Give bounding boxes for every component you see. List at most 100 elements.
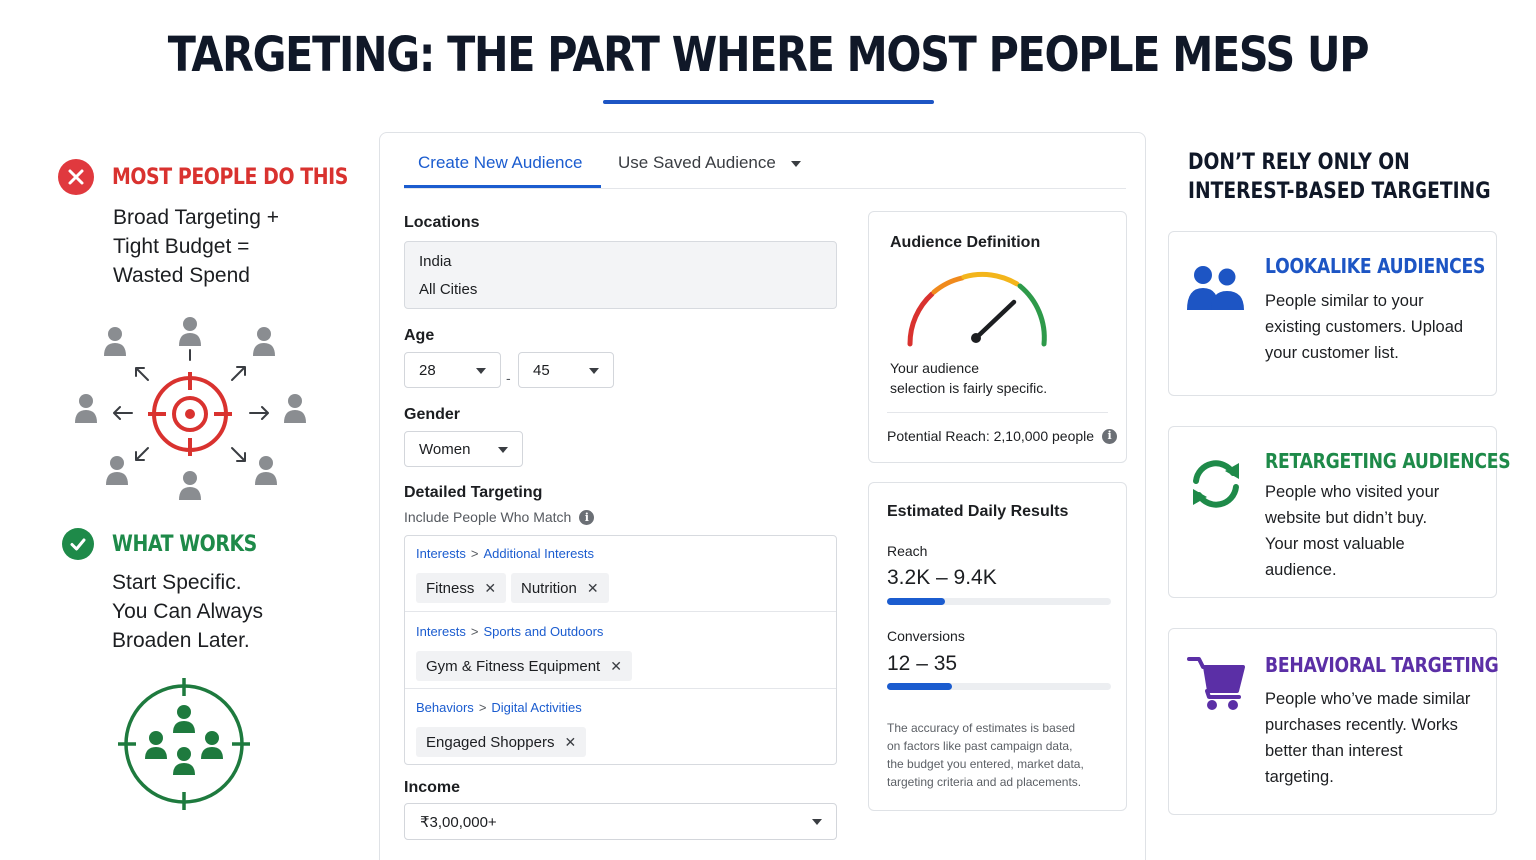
conversions-bar — [887, 683, 1111, 690]
card-line: targeting. — [1265, 768, 1334, 786]
estimates-disclaimer: The accuracy of estimates is based on fa… — [887, 719, 1084, 791]
crumb-separator: > — [470, 546, 479, 561]
good-practice-label: WHAT WORKS — [112, 531, 257, 557]
retargeting-card: RETARGETING AUDIENCES People who visited… — [1168, 426, 1511, 598]
age-max-value: 45 — [533, 362, 550, 379]
gender-select[interactable]: Women — [404, 431, 523, 467]
remove-icon[interactable]: ✕ — [564, 734, 576, 751]
lookalike-title: LOOKALIKE AUDIENCES — [1265, 254, 1486, 278]
retargeting-title: RETARGETING AUDIENCES — [1265, 449, 1511, 473]
disclaimer-line: on factors like past campaign data, — [887, 739, 1073, 753]
tab-use-saved-audience-label: Use Saved Audience — [618, 153, 776, 172]
potential-reach: Potential Reach: 2,10,000 people i — [887, 426, 1118, 446]
reach-bar-fill — [887, 598, 946, 605]
gender-label: Gender — [404, 406, 461, 423]
card-line: purchases recently. Works — [1265, 716, 1458, 734]
chevron-down-icon — [476, 368, 486, 374]
crumb-category[interactable]: Interests — [416, 546, 466, 561]
location-country: India — [419, 253, 452, 270]
right-column-heading: DON’T RELY ONLY ON INTEREST-BASED TARGET… — [1188, 148, 1491, 206]
info-icon[interactable]: i — [1102, 428, 1118, 444]
disclaimer-line: the budget you entered, market data, — [887, 757, 1084, 771]
potential-reach-text: Potential Reach: 2,10,000 people — [887, 428, 1095, 444]
active-tab-indicator — [404, 185, 601, 188]
detailed-targeting-sub: Include People Who Match i — [404, 509, 595, 525]
good-practice-header: WHAT WORKS — [62, 528, 280, 560]
income-select[interactable]: ₹3,00,000+ — [404, 803, 837, 840]
retargeting-body: People who visited your website but didn… — [1265, 479, 1439, 583]
audience-desc-line: Your audience — [890, 360, 980, 376]
remove-icon[interactable]: ✕ — [587, 580, 599, 597]
chevron-down-icon — [498, 447, 508, 453]
targeting-breadcrumb: Behaviors > Digital Activities — [416, 700, 582, 715]
targeting-breadcrumb: Interests > Sports and Outdoors — [416, 624, 603, 639]
crumb-category[interactable]: Behaviors — [416, 700, 474, 715]
age-max-select[interactable]: 45 — [518, 352, 614, 388]
disclaimer-line: targeting criteria and ad placements. — [887, 775, 1082, 789]
crumb-category[interactable]: Interests — [416, 624, 466, 639]
good-line: Broaden Later. — [112, 629, 250, 652]
locations-label: Locations — [404, 214, 480, 231]
right-heading-line: DON’T RELY ONLY ON — [1188, 150, 1410, 175]
targeting-chip: Nutrition ✕ — [511, 573, 609, 603]
detailed-targeting-label: Detailed Targeting — [404, 484, 543, 501]
targeting-breadcrumb: Interests > Additional Interests — [416, 546, 594, 561]
crumb-subcategory[interactable]: Sports and Outdoors — [483, 624, 603, 639]
tab-use-saved-audience[interactable]: Use Saved Audience — [618, 153, 801, 173]
remove-icon[interactable]: ✕ — [484, 580, 496, 597]
chevron-down-icon — [589, 368, 599, 374]
chip-label: Fitness — [426, 579, 475, 597]
crumb-subcategory[interactable]: Digital Activities — [491, 700, 581, 715]
remove-icon[interactable]: ✕ — [610, 658, 622, 675]
location-cities: All Cities — [419, 281, 478, 298]
bad-line: Broad Targeting + — [113, 206, 279, 229]
age-min-select[interactable]: 28 — [404, 352, 501, 388]
chip-label: Nutrition — [521, 579, 577, 597]
close-circle-icon — [58, 159, 94, 195]
tab-create-new-audience[interactable]: Create New Audience — [418, 153, 582, 173]
crumb-separator: > — [470, 624, 479, 639]
chevron-down-icon — [812, 819, 822, 825]
age-min-value: 28 — [419, 362, 436, 379]
title-underline — [603, 100, 934, 104]
right-heading-line: INTEREST-BASED TARGETING — [1188, 179, 1491, 204]
audience-definition-title: Audience Definition — [890, 234, 1041, 251]
chevron-down-icon — [790, 160, 801, 167]
divider — [887, 412, 1108, 413]
left-column: MOST PEOPLE DO THIS Broad Targeting + Ti… — [0, 0, 360, 860]
card-line: existing customers. Upload — [1265, 318, 1464, 336]
good-practice-text: Start Specific. You Can Always Broaden L… — [112, 568, 263, 655]
lookalike-body: People similar to your existing customer… — [1265, 288, 1463, 366]
crumb-subcategory[interactable]: Additional Interests — [483, 546, 594, 561]
specific-targeting-illustration — [118, 678, 250, 810]
locations-field[interactable]: India All Cities — [404, 241, 837, 309]
refresh-icon — [1193, 460, 1239, 508]
good-line: Start Specific. — [112, 571, 242, 594]
detailed-targeting-box: Interests > Additional Interests Fitness ✕… — [404, 535, 837, 765]
targeting-section: Behaviors > Digital Activities Engaged Sho… — [405, 688, 836, 764]
card-line: People who’ve made similar — [1265, 690, 1471, 708]
audience-tabs: Create New Audience Use Saved Audience — [404, 133, 1126, 189]
chip-label: Engaged Shoppers — [426, 733, 555, 751]
reach-label: Reach — [887, 543, 928, 559]
bad-line: Wasted Spend — [113, 264, 250, 287]
targeting-chip: Fitness ✕ — [416, 573, 507, 603]
audience-desc-line: selection is fairly specific. — [890, 380, 1048, 396]
conversions-bar-fill — [887, 683, 952, 690]
age-label: Age — [404, 327, 435, 344]
targeting-section: Interests > Additional Interests Fitness ✕… — [405, 536, 836, 611]
bad-practice-text: Broad Targeting + Tight Budget = Wasted … — [113, 203, 279, 290]
behavioral-body: People who’ve made similar purchases rec… — [1265, 686, 1470, 790]
info-icon[interactable]: i — [579, 509, 595, 525]
reach-value: 3.2K – 9.4K — [887, 566, 997, 589]
cart-icon — [1187, 657, 1245, 710]
card-line: People who visited your — [1265, 483, 1440, 501]
behavioral-title: BEHAVIORAL TARGETING — [1265, 653, 1499, 677]
card-line: your customer list. — [1265, 344, 1399, 362]
audience-panel: Create New Audience Use Saved Audience L… — [379, 132, 1146, 860]
card-line: audience. — [1265, 561, 1337, 579]
chip-label: Gym & Fitness Equipment — [426, 657, 601, 675]
bad-line: Tight Budget = — [113, 235, 250, 258]
card-line: Your most valuable — [1265, 535, 1405, 553]
targeting-chip: Gym & Fitness Equipment ✕ — [416, 651, 632, 681]
